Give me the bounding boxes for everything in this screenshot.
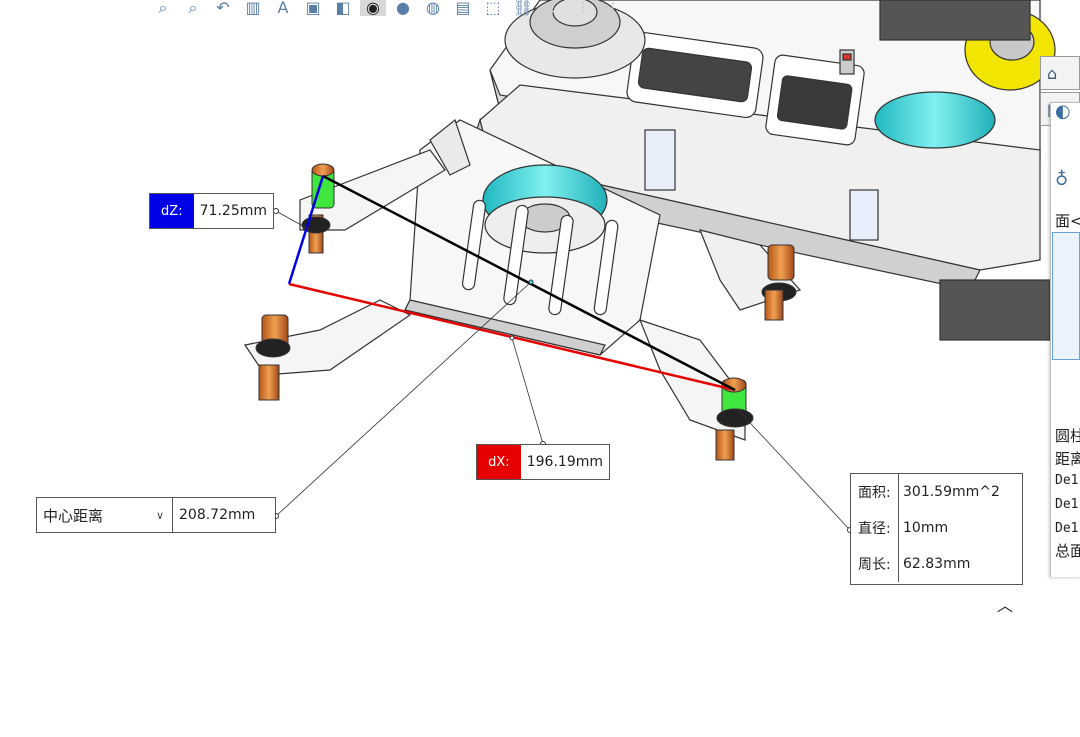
diameter-label: 直径: [851,510,899,546]
dx-label: dX: [477,445,521,479]
zoom-to-fit-icon[interactable]: ⌕ [150,0,176,16]
face-properties-callout[interactable]: 面积: 301.59mm^2 直径: 10mm 周长: 62.83mm [850,473,1023,585]
area-row: 面积: 301.59mm^2 [851,474,1022,510]
chevron-down-icon: ∨ [155,508,164,522]
dx-value: 196.19mm [526,454,603,470]
dx-callout[interactable]: dX: 196.19mm [476,444,610,480]
view-settings-icon[interactable]: ▤ [450,0,476,16]
dz-callout[interactable]: dZ: 71.25mm [149,193,274,229]
link-icon[interactable]: ⛓ [510,0,536,16]
center-distance-value: 208.72mm [179,507,256,523]
zoom-area-icon[interactable]: ⌕ [180,0,206,16]
result-line-6: 总面 [1055,542,1080,560]
home-icon[interactable]: ⌂ [1040,56,1080,90]
previous-view-icon[interactable]: ↶ [210,0,236,16]
collapse-icon[interactable]: ︿ [994,592,1016,615]
hide-show-icon[interactable]: ◉ [360,0,386,16]
units-icon[interactable]: ♁ [1055,169,1068,190]
perimeter-row: 周长: 62.83mm [851,546,1022,582]
perimeter-label: 周长: [851,546,899,582]
dz-value: 71.25mm [199,203,267,219]
distance-mode-dropdown[interactable]: 中心距离 ∨ [37,498,173,532]
dynamic-annotation-icon[interactable]: A [270,0,296,16]
result-line-4: De1 [1055,497,1079,512]
area-value: 301.59mm^2 [903,484,1000,500]
selection-list[interactable] [1052,232,1080,360]
display-style-icon[interactable]: ◧ [330,0,356,16]
selection-item-1[interactable]: 面< [1055,210,1080,231]
result-line-2: 距离 [1055,450,1080,468]
faded-icon-3: ⁝ [610,0,616,17]
graphics-area[interactable] [0,0,1080,733]
diameter-value: 10mm [903,520,949,536]
edit-appearance-icon[interactable]: ● [390,0,416,16]
result-line-1: 圆柱 [1055,427,1080,445]
view-orientation-icon[interactable]: ▣ [300,0,326,16]
screen-capture-icon[interactable]: ⬚ [480,0,506,16]
distance-mode-value: 中心距离 [43,506,104,525]
perimeter-value: 62.83mm [903,556,971,572]
dz-label: dZ: [150,194,194,228]
faded-icon-2: ⁝ [580,0,586,17]
heads-up-toolbar: ⌕ ⌕ ↶ ▥ A ▣ ◧ ◉ ● ◍ ▤ ⬚ ⛓ ⁝ ⁝ ⁝ [150,0,870,22]
area-label: 面积: [851,474,899,510]
result-line-3: De1 [1055,473,1079,488]
section-view-icon[interactable]: ▥ [240,0,266,16]
measure-tool-icon[interactable]: ◐ [1055,103,1071,122]
faded-icon-1: ⁝ [550,0,556,17]
apply-scene-icon[interactable]: ◍ [420,0,446,16]
model-view[interactable] [0,0,1080,733]
center-distance-callout[interactable]: 中心距离 ∨ 208.72mm [36,497,276,533]
diameter-row: 直径: 10mm [851,510,1022,546]
result-line-5: De1 [1055,521,1079,536]
